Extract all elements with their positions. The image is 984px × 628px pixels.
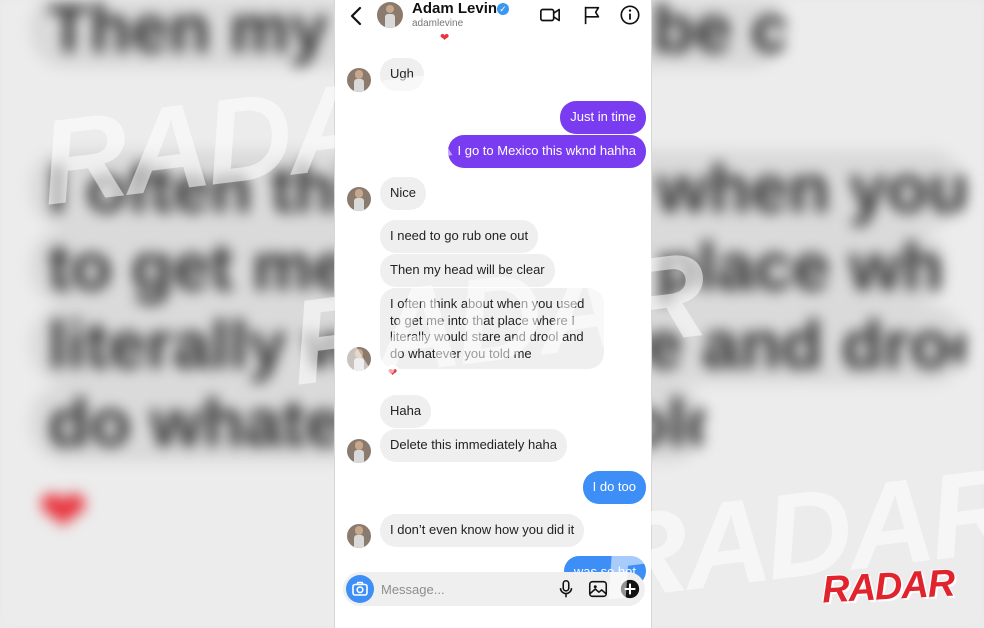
microphone-icon[interactable] — [555, 578, 577, 600]
message-composer — [343, 572, 645, 606]
outgoing-message[interactable]: I go to Mexico this wknd hahha — [447, 135, 646, 168]
sender-avatar[interactable] — [347, 524, 371, 548]
sender-avatar[interactable] — [347, 439, 371, 463]
backdrop-heart-icon: ❤ — [38, 478, 89, 545]
verified-badge-icon: ✓ — [497, 3, 509, 15]
contact-username[interactable]: adamlevine — [412, 18, 463, 29]
message-input[interactable] — [381, 580, 531, 598]
video-call-icon[interactable] — [539, 4, 561, 26]
incoming-message[interactable]: Delete this immediately haha — [380, 429, 567, 462]
info-icon[interactable] — [619, 4, 641, 26]
flag-icon[interactable] — [581, 4, 603, 26]
incoming-message[interactable]: I don’t even know how you did it — [380, 514, 585, 547]
outgoing-message[interactable]: Just in time — [560, 101, 646, 134]
contact-name[interactable]: Adam Levine — [412, 0, 505, 17]
chat-header: Adam Levine ✓ adamlevine — [335, 0, 651, 36]
contact-avatar[interactable] — [377, 2, 403, 28]
camera-icon[interactable] — [346, 575, 374, 603]
back-chevron-icon[interactable] — [347, 4, 367, 28]
radar-logo: RADAR — [820, 562, 956, 612]
heart-reaction-icon: ❤ — [437, 30, 453, 46]
